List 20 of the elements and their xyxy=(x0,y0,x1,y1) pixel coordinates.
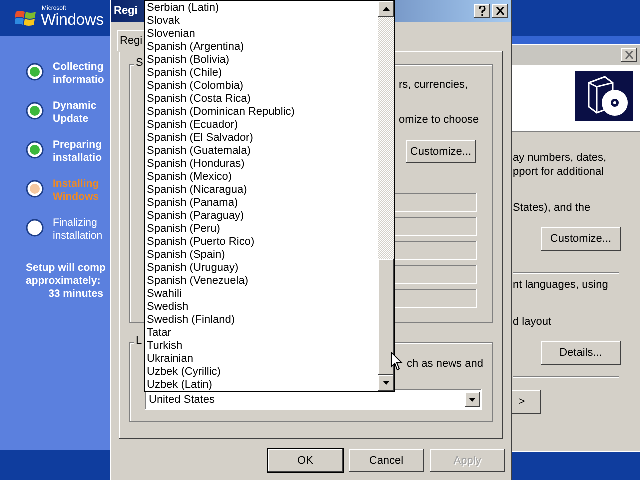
description-text: omize to choose xyxy=(399,114,480,126)
description-text: pport for additional xyxy=(513,166,604,178)
description-text: ch as news and xyxy=(407,358,484,370)
group-label: S xyxy=(134,57,146,69)
estimate-text: Setup will comp xyxy=(26,262,106,275)
group-label: L xyxy=(134,335,144,347)
step-label: Preparing installatio xyxy=(53,139,104,165)
description-text: States), and the xyxy=(513,202,591,214)
description-text: d layout xyxy=(513,316,552,328)
logo-text: Windows xyxy=(41,12,104,30)
step-label: Finalizing installation xyxy=(53,217,104,243)
estimate-text: approximately: xyxy=(26,275,101,288)
description-text: ay numbers, dates, xyxy=(513,152,607,164)
step-label: Dynamic Update xyxy=(53,100,98,126)
step-label: Collecting informatio xyxy=(53,61,106,87)
step-label: Installing Windows xyxy=(53,178,100,204)
description-text: nt languages, using xyxy=(513,279,608,291)
estimate-text: 33 minutes xyxy=(48,288,104,301)
window-title: Regi xyxy=(114,5,138,17)
description-text: rs, currencies, xyxy=(399,79,468,91)
